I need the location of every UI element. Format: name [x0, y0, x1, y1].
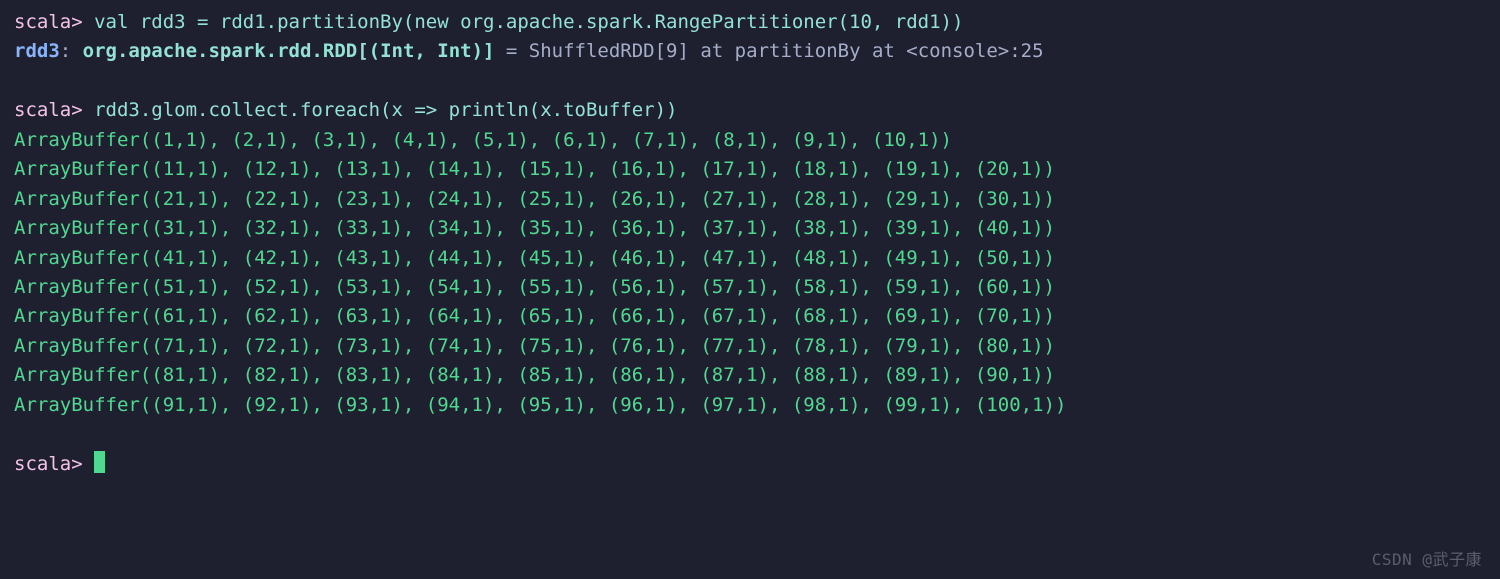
cursor-icon	[94, 451, 105, 473]
result-var: rdd3	[14, 40, 60, 62]
result-type: org.apache.spark.rdd.RDD[(Int, Int)]	[83, 40, 495, 62]
repl-line-final[interactable]: scala>	[14, 450, 1486, 479]
output-line: ArrayBuffer((1,1), (2,1), (3,1), (4,1), …	[14, 126, 1486, 155]
output-line: ArrayBuffer((31,1), (32,1), (33,1), (34,…	[14, 214, 1486, 243]
repl-prompt: scala>	[14, 99, 94, 121]
repl-input: val rdd3 = rdd1.partitionBy(new org.apac…	[94, 11, 963, 33]
blank-line	[14, 420, 1486, 449]
repl-line-2: scala> rdd3.glom.collect.foreach(x => pr…	[14, 96, 1486, 125]
repl-result-1: rdd3: org.apache.spark.rdd.RDD[(Int, Int…	[14, 37, 1486, 66]
output-line: ArrayBuffer((61,1), (62,1), (63,1), (64,…	[14, 302, 1486, 331]
result-rest: = ShuffledRDD[9] at partitionBy at <cons…	[494, 40, 1043, 62]
output-line: ArrayBuffer((81,1), (82,1), (83,1), (84,…	[14, 361, 1486, 390]
repl-prompt: scala>	[14, 453, 94, 475]
watermark: CSDN @武子康	[1372, 548, 1482, 573]
output-line: ArrayBuffer((71,1), (72,1), (73,1), (74,…	[14, 332, 1486, 361]
output-line: ArrayBuffer((11,1), (12,1), (13,1), (14,…	[14, 155, 1486, 184]
output-line: ArrayBuffer((91,1), (92,1), (93,1), (94,…	[14, 391, 1486, 420]
blank-line	[14, 67, 1486, 96]
result-sep: :	[60, 40, 83, 62]
output-line: ArrayBuffer((51,1), (52,1), (53,1), (54,…	[14, 273, 1486, 302]
output-line: ArrayBuffer((21,1), (22,1), (23,1), (24,…	[14, 185, 1486, 214]
repl-prompt: scala>	[14, 11, 94, 33]
output-line: ArrayBuffer((41,1), (42,1), (43,1), (44,…	[14, 244, 1486, 273]
repl-line-1: scala> val rdd3 = rdd1.partitionBy(new o…	[14, 8, 1486, 37]
repl-input: rdd3.glom.collect.foreach(x => println(x…	[94, 99, 677, 121]
